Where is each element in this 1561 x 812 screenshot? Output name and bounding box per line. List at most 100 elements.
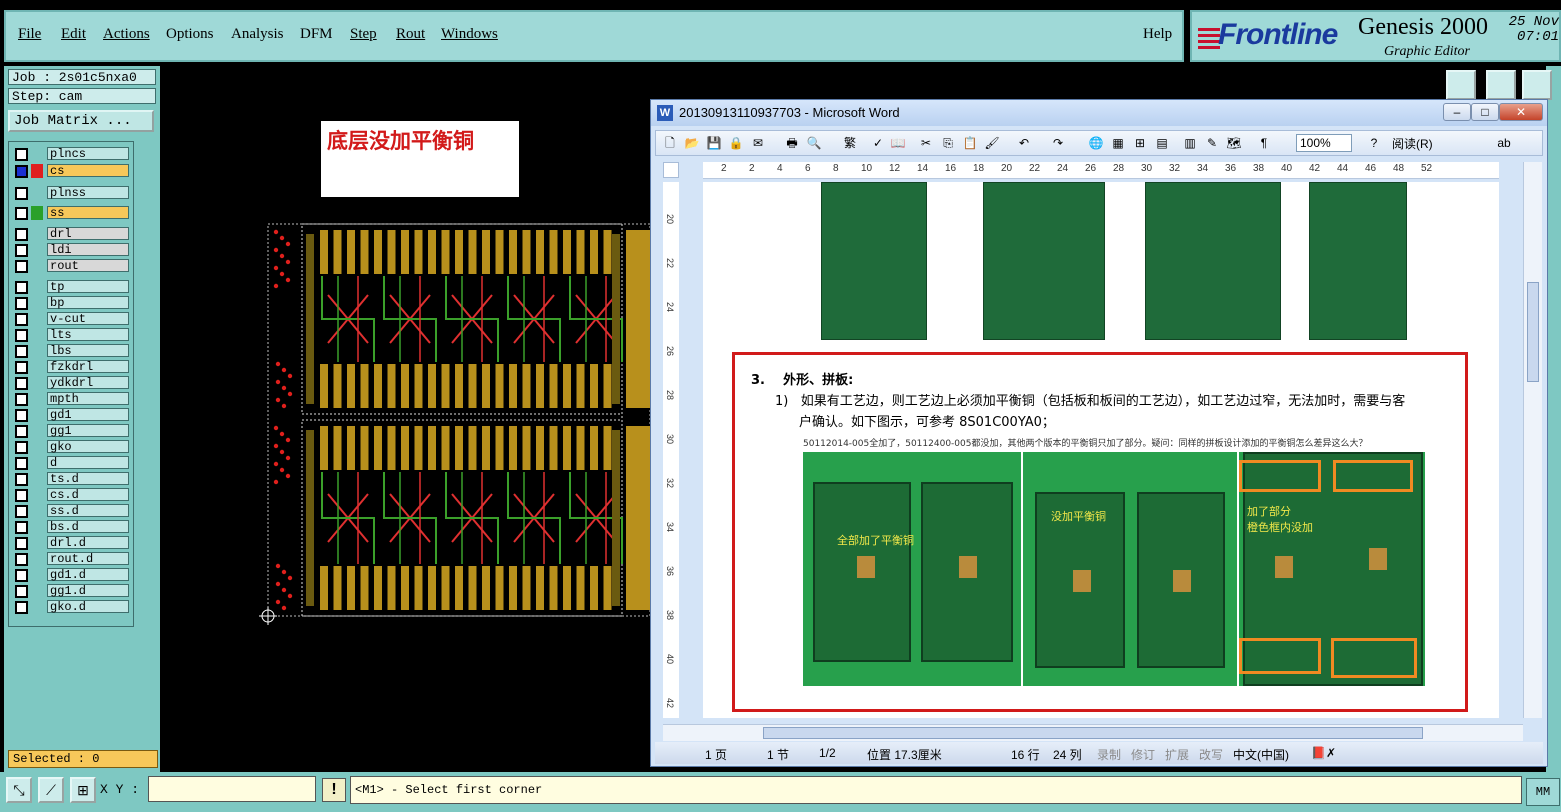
menu-analysis[interactable]: Analysis (231, 26, 284, 43)
layer-row[interactable]: gko (11, 440, 131, 454)
layer-name[interactable]: ss.d (47, 504, 129, 518)
layer-checkbox[interactable] (15, 361, 28, 374)
menu-actions[interactable]: Actions (103, 26, 150, 43)
layer-checkbox[interactable] (15, 329, 28, 342)
layer-name[interactable]: gd1 (47, 408, 129, 422)
scroll-thumb[interactable] (1527, 282, 1539, 382)
redo-icon[interactable]: ↷ (1050, 135, 1066, 151)
layer-row[interactable]: rout (11, 259, 131, 273)
layer-checkbox[interactable] (15, 473, 28, 486)
zoom-area-icon[interactable]: ⤡ (6, 777, 32, 803)
show-hide-icon[interactable]: ¶ (1256, 135, 1272, 151)
menu-step[interactable]: Step (350, 26, 377, 43)
insert-excel-icon[interactable]: ▤ (1154, 135, 1170, 151)
layer-name[interactable]: ts.d (47, 472, 129, 486)
home-icon[interactable] (1446, 70, 1476, 100)
layer-row[interactable]: mpth (11, 392, 131, 406)
layer-name[interactable]: fzkdrl (47, 360, 129, 374)
layer-checkbox[interactable] (15, 553, 28, 566)
cut-icon[interactable]: ✂ (918, 135, 934, 151)
layer-checkbox[interactable] (15, 521, 28, 534)
spelling-icon[interactable]: ✓ (870, 135, 886, 151)
layer-checkbox[interactable] (15, 244, 28, 257)
horizontal-ruler[interactable]: 2 2 4 6 8 10 12 14 16 18 20 22 24 26 28 30 32 34 36 38 40 42 4… (703, 162, 1499, 179)
layer-checkbox[interactable] (15, 441, 28, 454)
layer-checkbox[interactable] (15, 228, 28, 241)
open-icon[interactable]: 📂 (684, 135, 700, 151)
layer-checkbox[interactable] (15, 297, 28, 310)
layer-checkbox[interactable] (15, 457, 28, 470)
status-ovr[interactable]: 改写 (1199, 746, 1223, 763)
layer-row[interactable]: gko.d (11, 600, 131, 614)
layer-checkbox[interactable] (15, 165, 28, 178)
layer-name[interactable]: ldi (47, 243, 129, 257)
layer-checkbox[interactable] (15, 409, 28, 422)
vertical-scrollbar[interactable] (1523, 162, 1542, 718)
layer-name[interactable]: gg1 (47, 424, 129, 438)
layer-name[interactable]: rout (47, 259, 129, 273)
close-button[interactable]: ✕ (1499, 103, 1543, 121)
horizontal-scrollbar[interactable] (663, 724, 1523, 741)
layer-row[interactable]: gg1 (11, 424, 131, 438)
traditional-chinese-icon[interactable]: 繁 (838, 135, 862, 151)
email-icon[interactable]: ✉ (750, 135, 766, 151)
layer-row[interactable]: rout.d (11, 552, 131, 566)
layer-checkbox[interactable] (15, 260, 28, 273)
layer-checkbox[interactable] (15, 505, 28, 518)
menu-windows[interactable]: Windows (441, 26, 498, 43)
print-icon[interactable]: 🖶 (784, 135, 800, 151)
read-button[interactable]: 阅读(R) (1392, 135, 1433, 152)
drawing-icon[interactable]: ✎ (1204, 135, 1220, 151)
layer-checkbox[interactable] (15, 569, 28, 582)
maximize-button[interactable]: □ (1471, 103, 1499, 121)
spelling-status-icon[interactable]: 📕✗ (1311, 746, 1336, 760)
layer-name[interactable]: lbs (47, 344, 129, 358)
menu-file[interactable]: File (18, 26, 41, 43)
menu-help[interactable]: Help (1143, 26, 1172, 43)
layer-row[interactable]: gd1.d (11, 568, 131, 582)
layer-name[interactable]: drl (47, 227, 129, 241)
layer-row[interactable]: ts.d (11, 472, 131, 486)
layer-row[interactable]: d (11, 456, 131, 470)
layer-row[interactable]: gg1.d (11, 584, 131, 598)
layer-name[interactable]: d (47, 456, 129, 470)
help-icon[interactable]: ? (1366, 135, 1382, 151)
layer-checkbox[interactable] (15, 585, 28, 598)
layer-checkbox[interactable] (15, 313, 28, 326)
layer-name[interactable]: rout.d (47, 552, 129, 566)
tab-selector-icon[interactable] (663, 162, 679, 178)
measure-icon[interactable]: ⟋ (38, 777, 64, 803)
layer-name[interactable]: bp (47, 296, 129, 310)
tables-borders-icon[interactable]: ▦ (1110, 135, 1126, 151)
columns-icon[interactable]: ▥ (1182, 135, 1198, 151)
layer-checkbox[interactable] (15, 425, 28, 438)
layer-row[interactable]: ldi (11, 243, 131, 257)
highlight-icon[interactable]: ab (1496, 135, 1512, 151)
status-ext[interactable]: 扩展 (1165, 746, 1189, 763)
layer-name[interactable]: gko (47, 440, 129, 454)
layer-name[interactable]: cs (47, 164, 129, 178)
layer-name[interactable]: plncs (47, 147, 129, 161)
layer-row[interactable]: v-cut (11, 312, 131, 326)
grid-icon[interactable]: ⊞ (70, 777, 96, 803)
menu-options[interactable]: Options (166, 26, 214, 43)
layer-name[interactable]: bs.d (47, 520, 129, 534)
minimize-button[interactable]: – (1443, 103, 1471, 121)
paragraph[interactable]: 1) 如果有工艺边，则工艺边上必须加平衡铜（包括板和板间的工艺边），如工艺边过窄… (775, 391, 1455, 433)
layer-row[interactable]: bs.d (11, 520, 131, 534)
layer-name[interactable]: ss (47, 206, 129, 220)
research-icon[interactable]: 📖 (890, 135, 906, 151)
menu-edit[interactable]: Edit (61, 26, 86, 43)
layer-name[interactable]: cs.d (47, 488, 129, 502)
paste-icon[interactable]: 📋 (962, 135, 978, 151)
save-icon[interactable] (1486, 70, 1516, 100)
layer-checkbox[interactable] (15, 601, 28, 614)
layer-name[interactable]: tp (47, 280, 129, 294)
status-trk[interactable]: 修订 (1131, 746, 1155, 763)
layer-row[interactable]: drl (11, 227, 131, 241)
layer-row[interactable]: cs.d (11, 488, 131, 502)
layer-name[interactable]: lts (47, 328, 129, 342)
new-doc-icon[interactable]: 🗋 (662, 135, 678, 151)
xy-input[interactable] (148, 776, 316, 802)
status-rec[interactable]: 录制 (1097, 746, 1121, 763)
